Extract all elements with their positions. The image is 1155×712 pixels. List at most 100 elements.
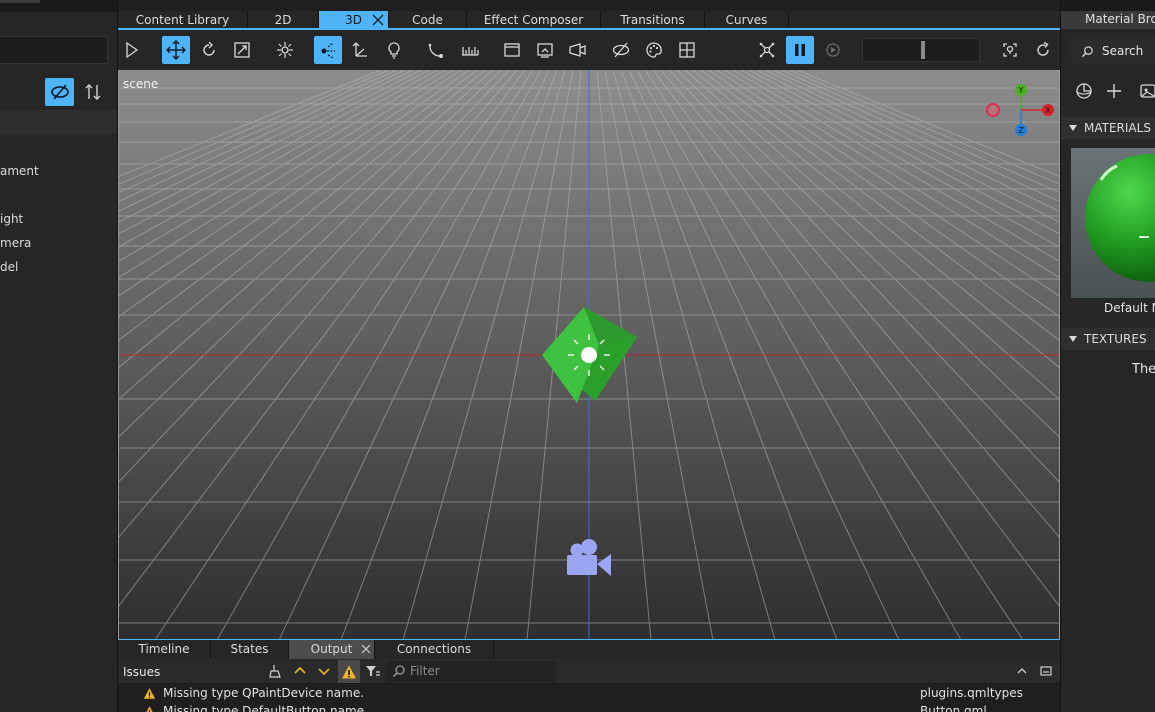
- issue-file-link[interactable]: Button.qml: [920, 704, 987, 712]
- navigator-search-input[interactable]: [0, 36, 108, 64]
- pointer-icon: [126, 41, 139, 59]
- visibility-toggle-button[interactable]: [607, 36, 635, 64]
- sphere-icon: [1076, 83, 1092, 99]
- move-arrows-icon: [166, 40, 186, 60]
- list-item[interactable]: Missing type DefaultButton name. Button.…: [118, 702, 1060, 712]
- navigator-header-row: [0, 110, 117, 134]
- create-material-button[interactable]: [1075, 82, 1093, 100]
- fit-selected-button[interactable]: [271, 36, 299, 64]
- chevron-up-icon: [1017, 668, 1027, 674]
- tab-label: States: [230, 642, 269, 656]
- navigator-item-light[interactable]: ight: [0, 212, 23, 226]
- import-texture-button[interactable]: [1139, 82, 1155, 100]
- navigator-item-environment[interactable]: ament: [0, 164, 39, 178]
- minimize-panel-button[interactable]: [1039, 664, 1053, 678]
- collapse-issues-button[interactable]: [1015, 664, 1029, 678]
- sort-button[interactable]: [80, 78, 106, 106]
- tab-label: 3D: [345, 13, 362, 27]
- animation-speed-slider[interactable]: [862, 38, 980, 62]
- chevron-down-icon: [318, 668, 330, 676]
- tab-timeline[interactable]: Timeline: [118, 640, 211, 659]
- edit-light-button[interactable]: [380, 36, 408, 64]
- svg-text:Z: Z: [1018, 126, 1024, 135]
- axis-gizmo[interactable]: Y X Z: [981, 82, 1060, 140]
- material-override-button[interactable]: [640, 36, 668, 64]
- warning-icon: [342, 665, 356, 678]
- grid-toggle-button[interactable]: [673, 36, 701, 64]
- previous-issue-button[interactable]: [292, 663, 308, 679]
- scale-tool-button[interactable]: [228, 36, 256, 64]
- issue-message: Missing type QPaintDevice name.: [163, 686, 365, 700]
- close-icon[interactable]: [371, 11, 385, 29]
- hide-unused-button[interactable]: [45, 78, 74, 106]
- warning-icon: [146, 706, 153, 712]
- navigator-item-model[interactable]: del: [0, 260, 18, 274]
- tab-effect-composer[interactable]: Effect Composer: [467, 11, 601, 29]
- camera-speed-button[interactable]: [564, 36, 592, 64]
- pivot-icon: [321, 42, 335, 59]
- issue-message: Missing type DefaultButton name.: [163, 704, 368, 712]
- tab-output[interactable]: Output: [289, 640, 375, 659]
- search-label: Search: [1102, 44, 1144, 58]
- focus-icon: [277, 42, 293, 58]
- slider-handle[interactable]: [921, 41, 925, 59]
- tab-label: Content Library: [135, 13, 230, 27]
- clear-issues-button[interactable]: [268, 663, 284, 679]
- tab-label: Connections: [396, 642, 472, 656]
- rotate-tool-button[interactable]: [195, 36, 223, 64]
- tab-label: Timeline: [138, 642, 190, 656]
- tab-2d[interactable]: 2D: [248, 11, 319, 29]
- background-color-button[interactable]: [498, 36, 526, 64]
- tab-connections[interactable]: Connections: [375, 640, 494, 659]
- pause-animation-button[interactable]: [786, 36, 814, 64]
- bottom-tab-bar: Timeline States Output Connections: [118, 640, 1060, 659]
- next-issue-button[interactable]: [316, 663, 332, 679]
- tab-states[interactable]: States: [211, 640, 289, 659]
- textures-section-header[interactable]: TEXTURES: [1061, 328, 1155, 350]
- sort-arrows-icon: [85, 84, 101, 100]
- image-icon: [1140, 84, 1155, 98]
- issues-filter-input[interactable]: Filter: [386, 661, 556, 682]
- 3d-viewport[interactable]: scene Y X Z: [118, 70, 1060, 640]
- lightbulb-icon: [388, 42, 400, 59]
- material-browser-tab[interactable]: Material Brow: [1061, 11, 1155, 29]
- close-icon[interactable]: [360, 640, 372, 659]
- restart-animation-button[interactable]: [819, 36, 847, 64]
- grid-icon: [679, 42, 695, 58]
- snapshot-button[interactable]: [996, 36, 1024, 64]
- show-warnings-toggle[interactable]: [338, 660, 360, 683]
- tab-curves[interactable]: Curves: [705, 11, 789, 29]
- move-tool-button[interactable]: [162, 36, 190, 64]
- material-search-input[interactable]: Search: [1071, 37, 1155, 65]
- particle-editor-button[interactable]: [753, 36, 781, 64]
- tab-code[interactable]: Code: [389, 11, 467, 29]
- tab-content-library[interactable]: Content Library: [118, 11, 248, 29]
- tab-3d[interactable]: 3D: [319, 11, 389, 29]
- select-tool-button[interactable]: [118, 36, 146, 64]
- add-button[interactable]: [1105, 82, 1123, 100]
- tab-label: Effect Composer: [483, 13, 584, 27]
- filter-icon: [366, 666, 380, 676]
- warning-icon: [143, 688, 156, 699]
- snap-interval-button[interactable]: [456, 36, 484, 64]
- tab-label: 2D: [274, 13, 292, 27]
- filter-options-button[interactable]: [364, 663, 382, 679]
- panel-title: Material Brow: [1085, 12, 1155, 26]
- materials-section-header[interactable]: MATERIALS: [1061, 117, 1155, 139]
- snap-button[interactable]: [422, 36, 450, 64]
- issue-file-link[interactable]: plugins.qmltypes: [920, 686, 1023, 700]
- reset-view-button[interactable]: [1029, 36, 1057, 64]
- green-model[interactable]: [539, 305, 639, 405]
- palette-icon: [646, 42, 662, 58]
- issues-list: Missing type QPaintDevice name. plugins.…: [118, 684, 1060, 712]
- navigator-item-camera[interactable]: mera: [0, 236, 31, 250]
- list-item[interactable]: Missing type QPaintDevice name. plugins.…: [118, 684, 1060, 702]
- global-local-button[interactable]: [346, 36, 374, 64]
- camera-view-button[interactable]: [531, 36, 559, 64]
- tab-transitions[interactable]: Transitions: [601, 11, 705, 29]
- material-preview-thumbnail[interactable]: [1071, 148, 1155, 298]
- 3d-toolbar: [118, 30, 1060, 70]
- orientation-toggle-button[interactable]: [314, 36, 342, 64]
- eye-off-icon: [612, 42, 630, 58]
- camera-icon[interactable]: [565, 538, 613, 578]
